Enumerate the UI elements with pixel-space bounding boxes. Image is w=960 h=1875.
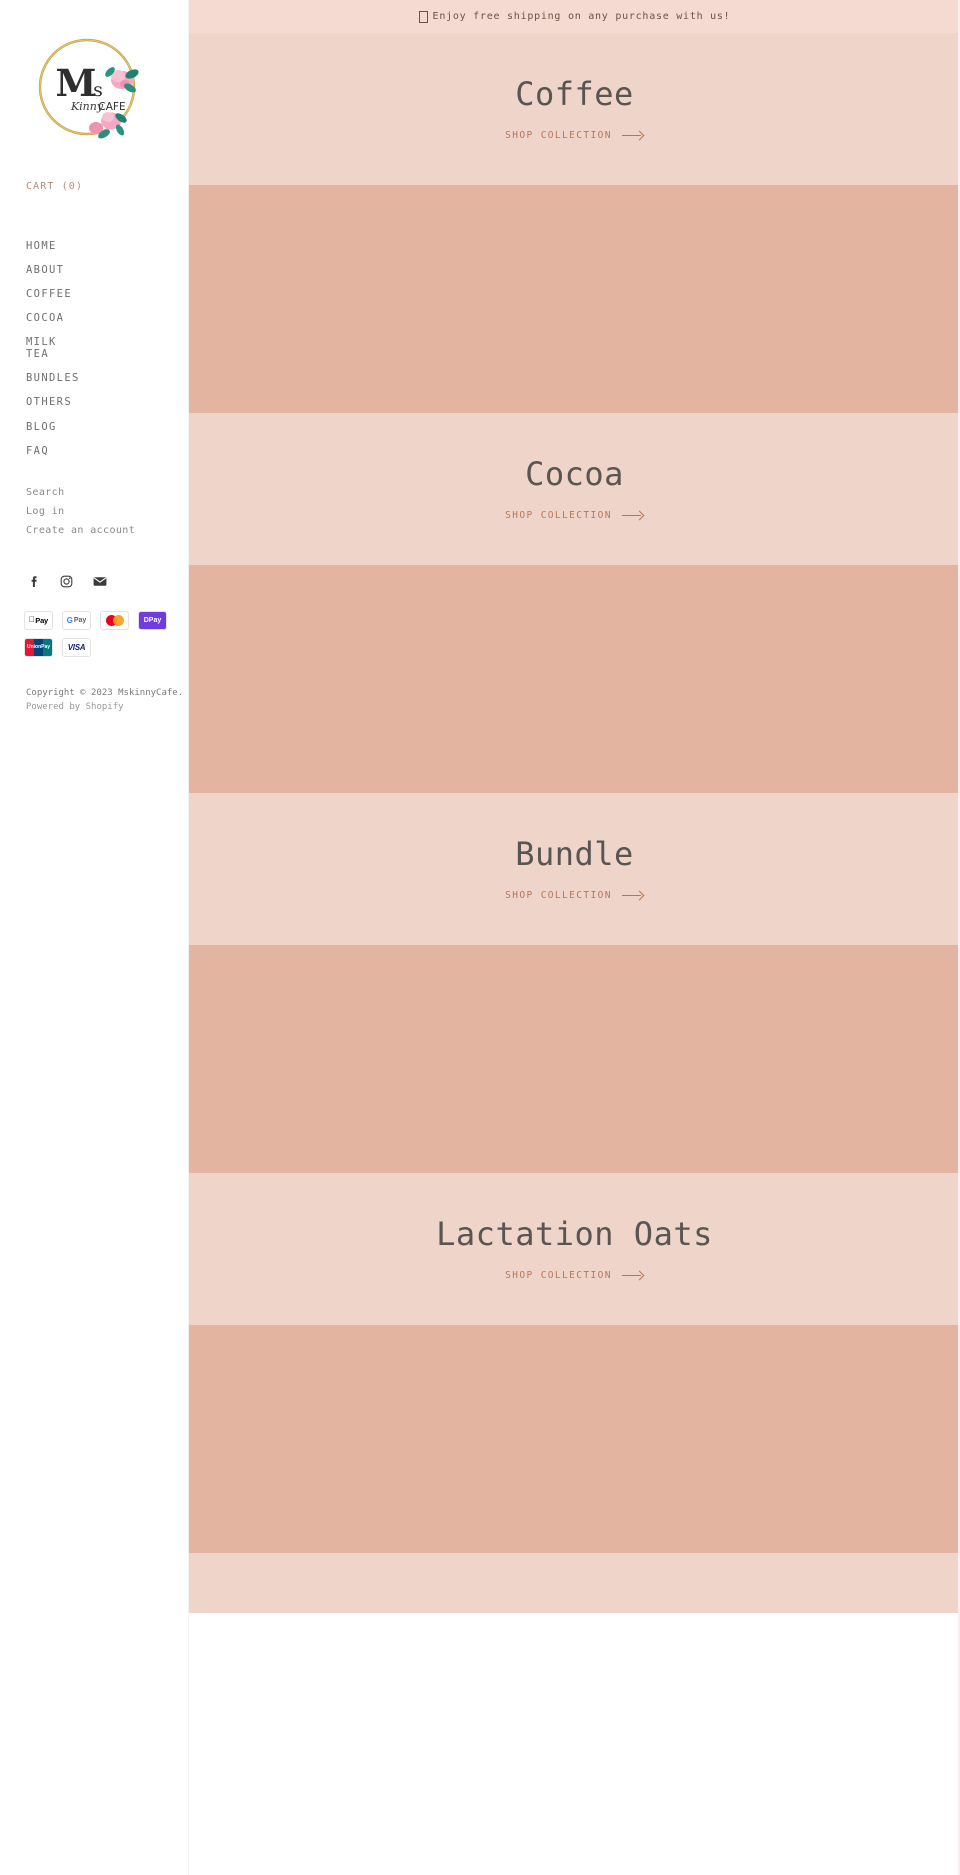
nav-item: BLOG: [0, 415, 188, 439]
section-cocoa-text: Cocoa SHOP COLLECTION: [189, 413, 960, 565]
main-content: Enjoy free shipping on any purchase with…: [189, 0, 960, 1875]
mastercard-icon: [100, 610, 129, 630]
mc-circle-orange: [112, 614, 124, 626]
nav-item: Create an account: [0, 521, 188, 540]
unionpay-label: UnionPay: [25, 638, 52, 656]
arrow-right-icon: [621, 1271, 644, 1280]
section-lactation-oats-heading: Lactation Oats: [436, 1215, 713, 1254]
svg-text:s: s: [93, 79, 103, 101]
footer-copyright: Copyright © 2023 MskinnyCafe. Powered by…: [26, 687, 188, 715]
facebook-glyph: [31, 575, 37, 587]
section-lactation-oats-image[interactable]: [189, 1325, 960, 1553]
sidebar-item-blog[interactable]: BLOG: [0, 415, 188, 439]
section-bundle-shop-collection-link[interactable]: SHOP COLLECTION: [505, 890, 644, 901]
section-lactation-oats-text: Lactation Oats SHOP COLLECTION: [189, 1173, 960, 1325]
sidebar-item-cocoa[interactable]: COCOA: [0, 306, 188, 330]
nav-item: OTHERS: [0, 390, 188, 414]
instagram-icon[interactable]: [59, 574, 74, 589]
secondary-navigation: Search Log in Create an account: [0, 483, 188, 540]
payment-methods: Pay GPay DPay UnionPay VISA: [24, 610, 169, 657]
section-cocoa-heading: Cocoa: [525, 455, 624, 494]
cta-label: SHOP COLLECTION: [505, 889, 612, 901]
apple-logo-icon: : [29, 616, 35, 624]
arrow-right-icon: [621, 511, 644, 520]
section-bundle-heading: Bundle: [515, 835, 634, 874]
mskinny-cafe-logo[interactable]: M s Kinny CAFE: [24, 24, 151, 151]
nav-item: Log in: [0, 502, 188, 521]
google-pay-label: Pay: [73, 616, 87, 624]
email-glyph: [93, 576, 106, 586]
nav-item: COFFEE: [0, 282, 188, 306]
sidebar-item-others[interactable]: OTHERS: [0, 390, 188, 414]
google-g-icon: G: [66, 615, 73, 625]
nav-item: ABOUT: [0, 258, 188, 282]
section-bundle-image[interactable]: [189, 945, 960, 1173]
powered-by-line[interactable]: Powered by Shopify: [26, 701, 188, 715]
sidebar-item-faq[interactable]: FAQ: [0, 439, 188, 463]
nav-item: MILK TEA: [0, 330, 188, 366]
visa-label: VISA: [67, 642, 86, 652]
sidebar: M s Kinny CAFE CART (0) HOME ABOUT COFFE…: [0, 0, 189, 1875]
nav-item: FAQ: [0, 439, 188, 463]
flower-cluster-bottom: [89, 112, 127, 139]
sidebar-item-create-account[interactable]: Create an account: [0, 521, 188, 540]
section-next-partial: [189, 1553, 960, 1613]
facebook-icon[interactable]: [26, 574, 41, 589]
cta-label: SHOP COLLECTION: [505, 509, 612, 521]
section-cocoa-shop-collection-link[interactable]: SHOP COLLECTION: [505, 510, 644, 521]
sidebar-item-about[interactable]: ABOUT: [0, 258, 188, 282]
nav-item: BUNDLES: [0, 366, 188, 390]
arrow-right-icon: [621, 891, 644, 900]
copyright-line: Copyright © 2023 MskinnyCafe.: [26, 687, 184, 698]
google-pay-icon: G Pay: [62, 610, 91, 630]
dpay-label: DPay: [139, 611, 166, 629]
svg-text:CAFE: CAFE: [98, 101, 125, 113]
dpay-icon: DPay: [138, 610, 167, 630]
instagram-glyph: [60, 575, 73, 587]
sidebar-item-search[interactable]: Search: [0, 483, 188, 502]
section-lactation-oats-shop-collection-link[interactable]: SHOP COLLECTION: [505, 1270, 644, 1281]
logo-svg: M s Kinny CAFE: [38, 38, 139, 139]
email-icon[interactable]: [92, 574, 107, 589]
section-coffee-heading: Coffee: [515, 75, 634, 114]
cta-label: SHOP COLLECTION: [505, 1269, 612, 1281]
announcement-text: Enjoy free shipping on any purchase with…: [432, 11, 731, 22]
arrow-right-icon: [621, 131, 644, 140]
unionpay-icon: UnionPay: [24, 637, 53, 657]
sidebar-item-bundles[interactable]: BUNDLES: [0, 366, 188, 390]
nav-item: COCOA: [0, 306, 188, 330]
section-coffee-text: Coffee SHOP COLLECTION: [189, 33, 960, 185]
nav-item: Search: [0, 483, 188, 502]
apple-pay-label: Pay: [32, 615, 48, 625]
missing-glyph-box-icon: [418, 10, 428, 23]
section-coffee-image[interactable]: [189, 185, 960, 413]
page-root: M s Kinny CAFE CART (0) HOME ABOUT COFFE…: [0, 0, 960, 1875]
section-coffee-shop-collection-link[interactable]: SHOP COLLECTION: [505, 130, 644, 141]
sidebar-item-milk-tea[interactable]: MILK TEA: [0, 330, 188, 366]
main-navigation: HOME ABOUT COFFEE COCOA MILK TEA BUNDLES…: [0, 234, 188, 463]
cart-link[interactable]: CART (0): [26, 181, 188, 192]
visa-icon: VISA: [62, 637, 91, 657]
svg-text:M: M: [56, 61, 97, 105]
social-links: [26, 574, 188, 589]
section-cocoa-image[interactable]: [189, 565, 960, 793]
collection-sections: Coffee SHOP COLLECTION Cocoa SHOP COLLEC…: [189, 33, 960, 1613]
nav-item: HOME: [0, 234, 188, 258]
sidebar-item-coffee[interactable]: COFFEE: [0, 282, 188, 306]
sidebar-item-log-in[interactable]: Log in: [0, 502, 188, 521]
apple-pay-icon: Pay: [24, 610, 53, 630]
section-bundle-text: Bundle SHOP COLLECTION: [189, 793, 960, 945]
cta-label: SHOP COLLECTION: [505, 129, 612, 141]
announcement-bar: Enjoy free shipping on any purchase with…: [189, 0, 960, 33]
sidebar-item-home[interactable]: HOME: [0, 234, 188, 258]
